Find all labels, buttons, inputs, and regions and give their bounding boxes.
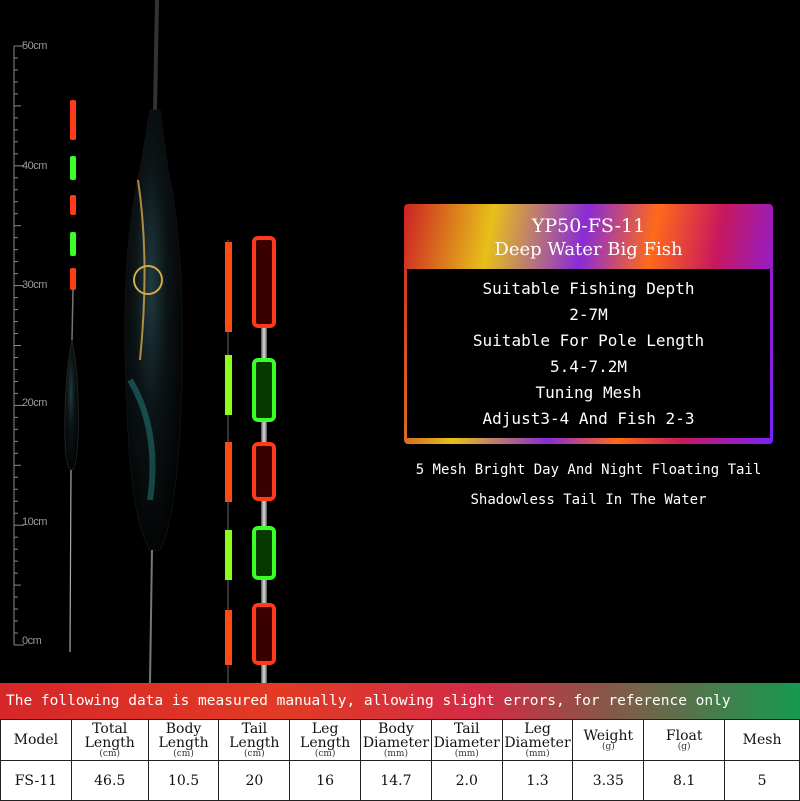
- spec-line: Suitable For Pole Length: [472, 330, 705, 350]
- cell-leg-length: 16: [289, 760, 362, 801]
- header-cell: Leg Length (cm): [289, 719, 362, 761]
- main-float: [124, 0, 183, 683]
- model-title: YP50-FS-11: [531, 215, 646, 237]
- cell-leg-diameter: 1.3: [501, 760, 574, 801]
- table-header-row: Model Total Length (cm) Body Length (cm) T…: [0, 719, 800, 761]
- cell-float: 8.1: [643, 760, 726, 801]
- title-panel: YP50-FS-11 Deep Water Big Fish Suitable …: [404, 204, 773, 444]
- cell-model: FS-11: [0, 760, 72, 801]
- cell-tail-length: 20: [218, 760, 291, 801]
- table-row: FS-11 46.5 10.5 20 16 14.7 2.0 1.3 3.35 …: [0, 760, 800, 801]
- spec-table: Model Total Length (cm) Body Length (cm) T…: [0, 719, 800, 801]
- header-cell: Body Diameter (mm): [360, 719, 432, 761]
- header-cell: Leg Diameter (mm): [501, 719, 574, 761]
- cell-body-diameter: 14.7: [360, 760, 432, 801]
- header-cell: Body Length (cm): [147, 719, 220, 761]
- header-cell: Total Length (cm): [70, 719, 149, 761]
- cell-body-length: 10.5: [147, 760, 220, 801]
- disclaimer-banner: The following data is measured manually,…: [0, 683, 800, 719]
- header-cell: Tail Length (cm): [218, 719, 291, 761]
- header-cell: Tail Diameter (mm): [430, 719, 503, 761]
- cell-weight: 3.35: [572, 760, 645, 801]
- header-cell: Mesh: [724, 719, 800, 761]
- feature-line: 5 Mesh Bright Day And Night Floating Tai…: [415, 462, 762, 478]
- title-specs: Suitable Fishing Depth 2-7M Suitable For…: [407, 269, 770, 438]
- spec-line: Suitable Fishing Depth: [482, 278, 695, 298]
- feature-line: Shadowless Tail In The Water: [470, 492, 707, 508]
- cell-tail-diameter: 2.0: [430, 760, 503, 801]
- cell-mesh: 5: [724, 760, 800, 801]
- header-cell: Model: [0, 719, 72, 761]
- model-subtitle: Deep Water Big Fish: [494, 239, 683, 260]
- title-header: YP50-FS-11 Deep Water Big Fish: [407, 207, 770, 269]
- spec-line: Tuning Mesh: [535, 383, 642, 403]
- spec-line: 2-7M: [569, 304, 608, 324]
- tail-closeup-right: [252, 236, 276, 683]
- small-float: [64, 100, 79, 653]
- fishing-float-illustration: [64, 0, 276, 683]
- tail-closeup-left: [225, 240, 232, 683]
- header-cell: Float (g): [643, 719, 726, 761]
- spec-line: Adjust3-4 And Fish 2-3: [482, 409, 695, 429]
- product-image: 50cm 40cm 30cm 20cm 10cm 0cm YP50-FS-11 …: [0, 0, 800, 683]
- spec-line: 5.4-7.2M: [549, 357, 628, 377]
- cell-total-length: 46.5: [70, 760, 149, 801]
- header-cell: Weight (g): [572, 719, 645, 761]
